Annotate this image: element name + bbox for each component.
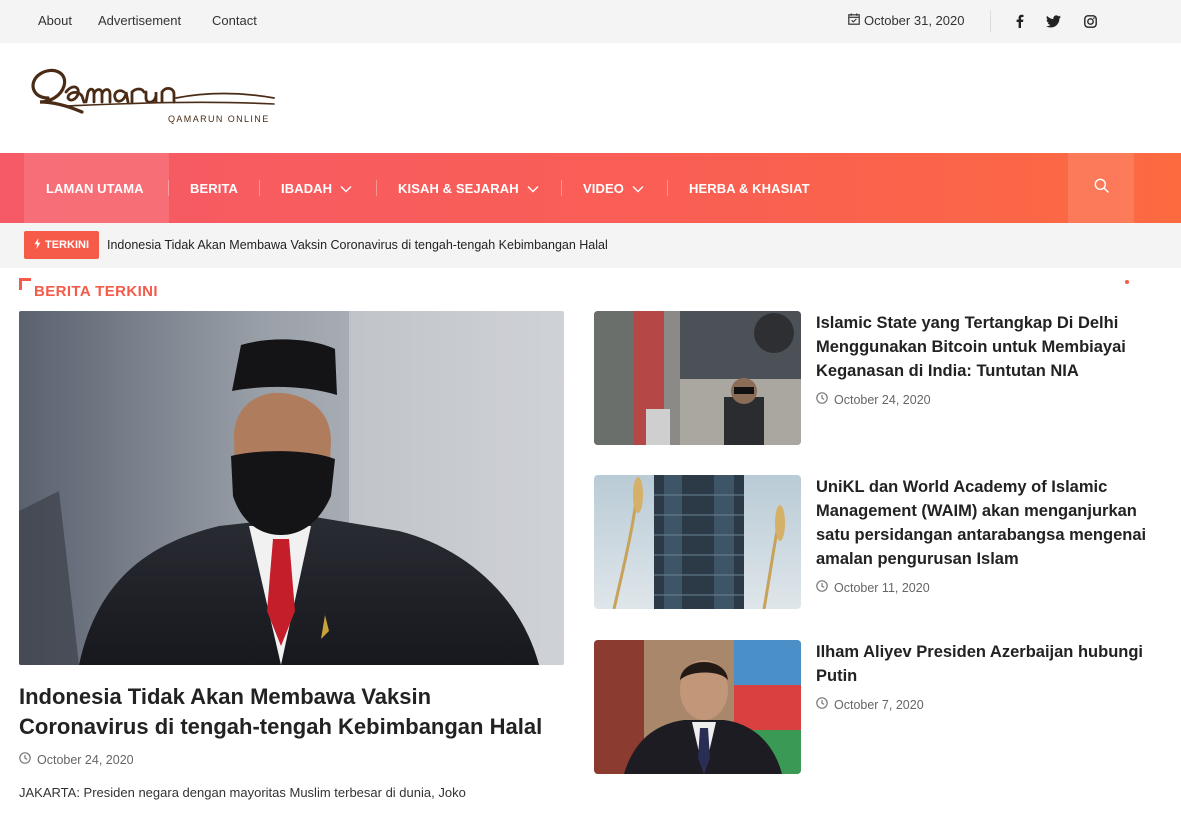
ticker-badge: TERKINI [24, 231, 99, 259]
logo-tagline: QAMARUN ONLINE [168, 114, 270, 124]
article-meta-1: October 24, 2020 [816, 392, 931, 407]
article-image-3[interactable] [594, 640, 801, 774]
contact-link[interactable]: Contact [212, 13, 257, 28]
section-title: BERITA TERKINI [34, 283, 158, 300]
nav-separator [561, 180, 562, 196]
article-title-3[interactable]: Ilham Aliyev Presiden Azerbaijan hubungi… [816, 640, 1151, 688]
chevron-down-icon [340, 181, 352, 196]
breaking-news-ticker: TERKINI Indonesia Tidak Akan Membawa Vak… [0, 223, 1181, 268]
twitter-icon[interactable] [1045, 12, 1061, 30]
top-date: October 31, 2020 [848, 13, 964, 28]
advertisement-link[interactable]: Advertisement [98, 13, 181, 28]
featured-article-excerpt: JAKARTA: Presiden negara dengan mayorita… [19, 785, 466, 800]
about-link[interactable]: About [38, 13, 72, 28]
nav-item-berita[interactable]: BERITA [190, 153, 238, 223]
nav-separator [259, 180, 260, 196]
featured-article-meta: October 24, 2020 [19, 752, 134, 767]
clock-icon [816, 392, 828, 407]
site-logo[interactable]: QAMARUN ONLINE [26, 62, 282, 130]
top-divider [990, 10, 991, 32]
featured-article-date: October 24, 2020 [37, 752, 134, 767]
search-icon [1094, 178, 1109, 198]
nav-separator [168, 180, 169, 196]
main-nav: LAMAN UTAMA BERITA IBADAH KISAH & SEJARA… [0, 153, 1181, 223]
facebook-icon[interactable] [1011, 12, 1027, 30]
nav-separator [667, 180, 668, 196]
section-dot [1125, 280, 1129, 284]
calendar-icon [848, 13, 860, 28]
article-date-1: October 24, 2020 [834, 392, 931, 407]
search-button[interactable] [1068, 153, 1134, 223]
nav-item-kisah-sejarah[interactable]: KISAH & SEJARAH [398, 153, 539, 223]
article-meta-2: October 11, 2020 [816, 580, 930, 595]
top-bar: About Advertisement Contact October 31, … [0, 0, 1181, 43]
top-date-text: October 31, 2020 [864, 13, 965, 28]
section-heading-corner [19, 278, 31, 290]
ticker-label: TERKINI [45, 239, 89, 251]
featured-article-image[interactable] [19, 311, 564, 665]
article-date-2: October 11, 2020 [834, 580, 930, 595]
ticker-headline-link[interactable]: Indonesia Tidak Akan Membawa Vaksin Coro… [107, 238, 608, 252]
article-image-1[interactable] [594, 311, 801, 445]
instagram-icon[interactable] [1082, 12, 1098, 30]
clock-icon [816, 580, 828, 595]
nav-item-laman-utama[interactable]: LAMAN UTAMA [46, 153, 144, 223]
article-title-1[interactable]: Islamic State yang Tertangkap Di Delhi M… [816, 311, 1151, 383]
featured-article-title[interactable]: Indonesia Tidak Akan Membawa Vaksin Coro… [19, 682, 564, 742]
chevron-down-icon [527, 181, 539, 196]
article-title-2[interactable]: UniKL dan World Academy of Islamic Manag… [816, 475, 1151, 571]
article-image-2[interactable] [594, 475, 801, 609]
chevron-down-icon [632, 181, 644, 196]
lightning-icon [34, 238, 41, 252]
article-meta-3: October 7, 2020 [816, 697, 924, 712]
clock-icon [816, 697, 828, 712]
clock-icon [19, 752, 31, 767]
nav-item-herba-khasiat[interactable]: HERBA & KHASIAT [689, 153, 810, 223]
nav-item-ibadah[interactable]: IBADAH [281, 153, 352, 223]
article-date-3: October 7, 2020 [834, 697, 924, 712]
nav-separator [376, 180, 377, 196]
nav-item-video[interactable]: VIDEO [583, 153, 644, 223]
